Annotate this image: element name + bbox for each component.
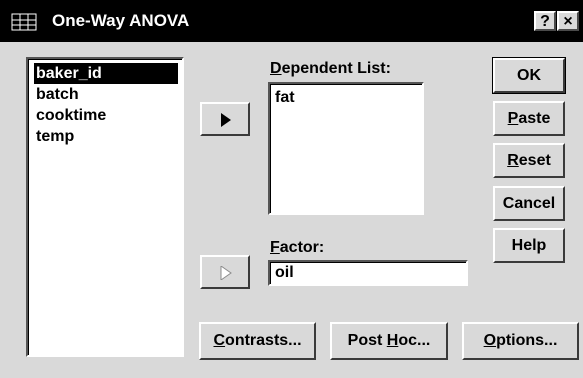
list-item[interactable]: baker_id <box>34 63 178 84</box>
list-item[interactable]: batch <box>34 84 182 105</box>
window-title: One-Way ANOVA <box>52 11 190 30</box>
factor-value: oil <box>275 264 294 281</box>
reset-button[interactable]: Reset <box>493 143 565 178</box>
dependent-list[interactable]: fat <box>268 82 424 215</box>
title-help-button[interactable]: ? <box>534 11 556 31</box>
source-variable-list[interactable]: baker_id batch cooktime temp <box>26 57 184 357</box>
app-icon <box>10 12 40 32</box>
post-hoc-button[interactable]: Post Hoc... <box>330 322 448 360</box>
factor-label: Factor: <box>270 239 325 256</box>
paste-button[interactable]: Paste <box>493 101 565 136</box>
title-bar[interactable]: One-Way ANOVA ? × <box>0 0 583 42</box>
move-to-dependent-button[interactable] <box>200 102 250 136</box>
options-button[interactable]: Options... <box>462 322 579 360</box>
list-item[interactable]: temp <box>34 126 182 147</box>
cancel-button[interactable]: Cancel <box>493 186 565 221</box>
one-way-anova-dialog: One-Way ANOVA ? × baker_id batch cooktim… <box>0 0 583 378</box>
ok-button[interactable]: OK <box>492 57 566 94</box>
list-item[interactable]: fat <box>275 89 295 107</box>
help-button[interactable]: Help <box>493 228 565 263</box>
title-close-button[interactable]: × <box>557 11 579 31</box>
dependent-list-label: Dependent List: <box>270 60 391 77</box>
right-triangle-icon <box>221 113 231 127</box>
list-item[interactable]: cooktime <box>34 105 182 126</box>
contrasts-button[interactable]: Contrasts... <box>199 322 316 360</box>
factor-field[interactable]: oil <box>268 260 468 286</box>
move-to-factor-button[interactable] <box>200 255 250 289</box>
right-triangle-icon <box>220 266 232 280</box>
